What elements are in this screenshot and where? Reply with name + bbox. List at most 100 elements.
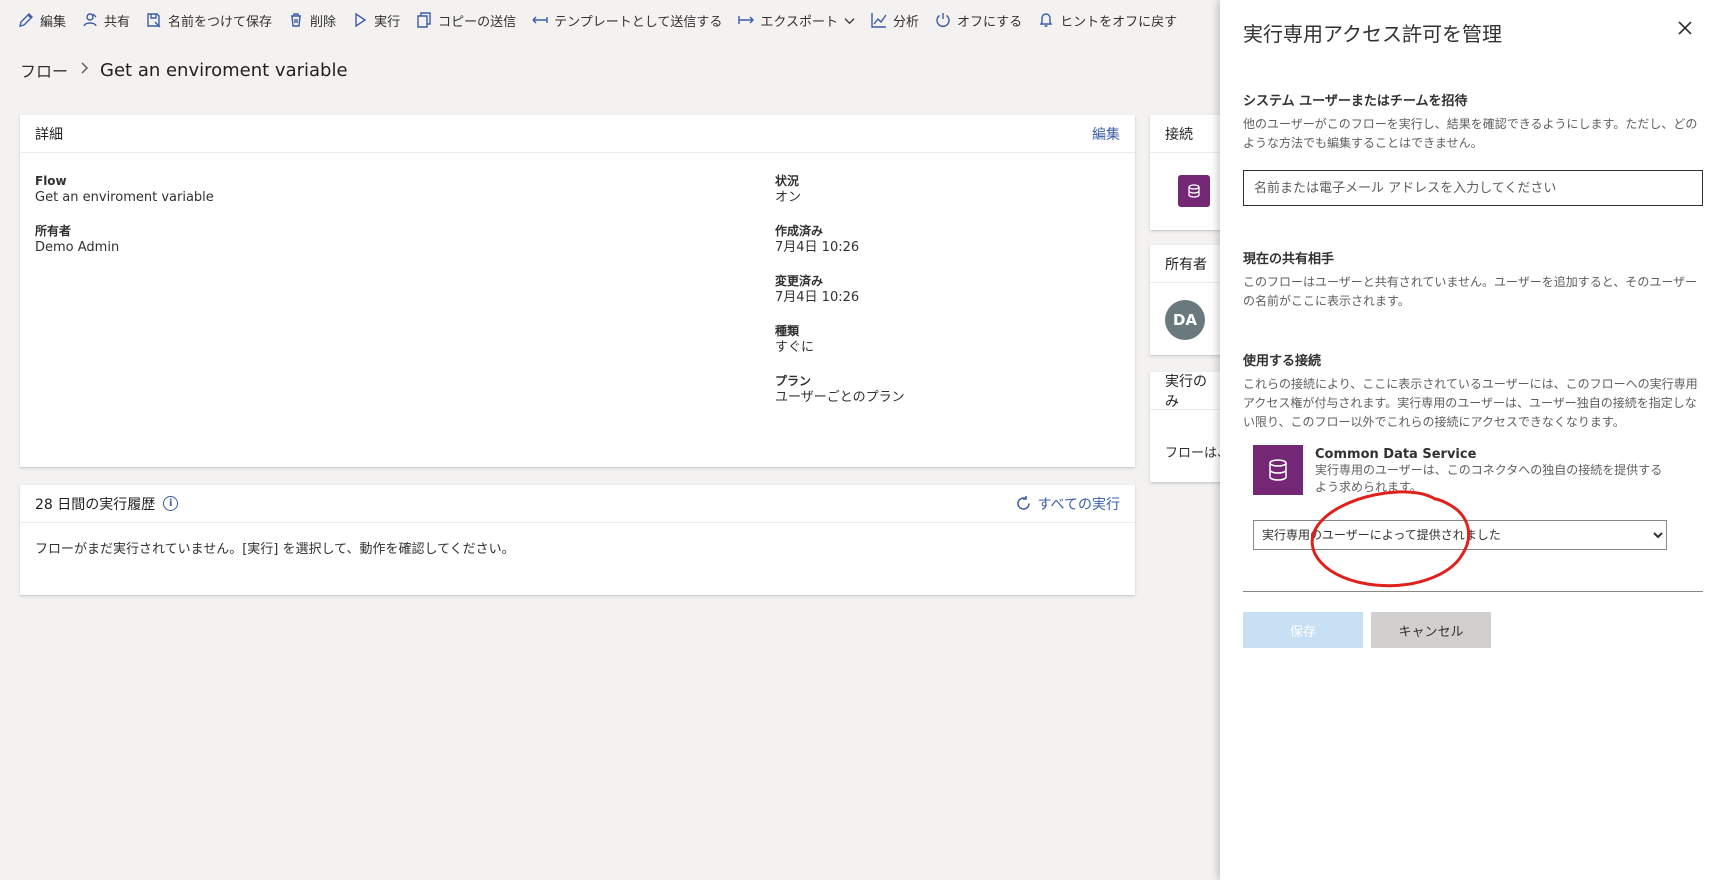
panel-title: 実行専用アクセス許可を管理: [1243, 22, 1502, 46]
run-history-card: 28 日間の実行履歴 i すべての実行 フローがまだ実行されていません。[実行]…: [20, 485, 1135, 595]
all-runs-link[interactable]: すべての実行: [1015, 494, 1120, 514]
owners-card: 所有者 DA: [1150, 245, 1230, 355]
tips-toggle-button[interactable]: ヒントをオフに戻す: [1038, 11, 1177, 30]
run-only-title: 実行のみ: [1165, 373, 1207, 410]
info-icon[interactable]: i: [163, 496, 179, 511]
cancel-button[interactable]: キャンセル: [1371, 612, 1491, 648]
database-icon: [1253, 445, 1303, 495]
close-button[interactable]: [1677, 20, 1697, 40]
status-field: 状況 オン: [775, 173, 801, 207]
invite-section: システム ユーザーまたはチームを招待 他のユーザーがこのフローを実行し、結果を確…: [1243, 90, 1703, 153]
edit-label: 編集: [40, 14, 67, 30]
details-title: 詳細: [35, 126, 63, 143]
run-history-title-wrap: 28 日間の実行履歴 i: [35, 494, 179, 514]
run-button[interactable]: 実行: [352, 11, 400, 30]
connections-used-section: 使用する接続 これらの接続により、ここに表示されているユーザーには、このフローへ…: [1243, 350, 1703, 432]
type-label: 種類: [775, 324, 800, 338]
connections-heading: 使用する接続: [1243, 354, 1322, 369]
copy-icon: [417, 12, 431, 28]
export-button[interactable]: エクスポート: [738, 11, 855, 30]
connections-card: 接続: [1150, 115, 1230, 230]
delete-label: 削除: [310, 14, 337, 30]
shared-heading: 現在の共有相手: [1243, 252, 1335, 267]
owner-field: 所有者 Demo Admin: [35, 223, 119, 257]
status-value: オン: [775, 190, 802, 205]
connector-description: 実行専用のユーザーは、このコネクタへの独自の接続を提供するよう求められます。: [1315, 463, 1663, 494]
connector-info: Common Data Service 実行専用のユーザーは、このコネクタへの独…: [1315, 445, 1673, 496]
share-icon: [83, 13, 97, 27]
all-runs-label: すべての実行: [1037, 496, 1120, 513]
modified-field: 変更済み 7月4日 10:26: [775, 273, 859, 307]
run-label: 実行: [374, 14, 401, 30]
owner-value: Demo Admin: [35, 240, 120, 255]
send-copy-button[interactable]: コピーの送信: [416, 11, 516, 30]
refresh-icon: [1016, 496, 1030, 510]
invite-heading: システム ユーザーまたはチームを招待: [1243, 94, 1468, 109]
save-button[interactable]: 保存: [1243, 612, 1363, 648]
divider: [1243, 591, 1703, 592]
command-bar: 編集 共有 名前をつけて保存 削除 実行 コピーの送信 テンプレートとして送信す…: [0, 0, 1230, 40]
connector-name: Common Data Service: [1315, 447, 1477, 462]
owner-label: 所有者: [35, 224, 72, 238]
connections-header: 接続: [1150, 115, 1230, 153]
analytics-button[interactable]: 分析: [871, 11, 919, 30]
chevron-right-icon: [78, 62, 90, 78]
database-icon: [1178, 175, 1210, 207]
send-copy-label: コピーの送信: [438, 14, 517, 30]
run-history-header: 28 日間の実行履歴 i すべての実行: [20, 485, 1135, 523]
tips-toggle-label: ヒントをオフに戻す: [1060, 14, 1178, 30]
chevron-down-icon: [844, 17, 855, 24]
flow-label: Flow: [35, 174, 67, 188]
invite-search-input[interactable]: [1243, 170, 1703, 206]
flow-field: Flow Get an enviroment variable: [35, 173, 214, 207]
share-label: 共有: [104, 14, 131, 30]
modified-label: 変更済み: [775, 274, 824, 288]
connections-description: これらの接続により、ここに表示されているユーザーには、このフローへの実行専用アク…: [1243, 377, 1698, 429]
plan-value: ユーザーごとのプラン: [775, 390, 905, 405]
bell-icon: [1039, 13, 1053, 27]
type-field: 種類 すぐに: [775, 323, 814, 357]
run-only-header: 実行のみ: [1150, 372, 1230, 410]
edit-icon: [19, 13, 33, 27]
modified-value: 7月4日 10:26: [775, 290, 860, 305]
details-card: 詳細 編集 Flow Get an enviroment variable 所有…: [20, 115, 1135, 467]
save-as-button[interactable]: 名前をつけて保存: [146, 11, 272, 30]
turn-off-label: オフにする: [956, 14, 1023, 30]
export-label: エクスポート: [760, 14, 838, 30]
connection-provider-select[interactable]: 実行専用のユーザーによって提供されました: [1253, 520, 1667, 550]
flow-value: Get an enviroment variable: [35, 190, 214, 205]
delete-icon: [291, 13, 302, 27]
play-icon: [355, 12, 367, 28]
plan-label: プラン: [775, 374, 812, 388]
page-title: Get an enviroment variable: [100, 59, 348, 81]
run-history-empty-text: フローがまだ実行されていません。[実行] を選択して、動作を確認してください。: [35, 542, 515, 557]
template-icon: [532, 16, 548, 24]
details-edit-link[interactable]: 編集: [1092, 124, 1120, 144]
run-history-title: 28 日間の実行履歴: [35, 496, 156, 513]
owners-header: 所有者: [1150, 245, 1230, 283]
created-value: 7月4日 10:26: [775, 240, 860, 255]
type-value: すぐに: [775, 340, 815, 355]
turn-off-button[interactable]: オフにする: [935, 11, 1022, 30]
export-icon: [738, 16, 755, 24]
avatar[interactable]: DA: [1165, 300, 1205, 340]
owners-title: 所有者: [1165, 256, 1207, 273]
breadcrumb-flows-link[interactable]: フロー: [20, 58, 68, 82]
manage-run-only-panel: 実行専用アクセス許可を管理 システム ユーザーまたはチームを招待 他のユーザーが…: [1220, 0, 1713, 880]
connector-row: Common Data Service 実行専用のユーザーは、このコネクタへの独…: [1253, 445, 1673, 496]
save-as-icon: [147, 13, 161, 28]
run-only-users-card: 実行のみ フローは、: [1150, 372, 1230, 482]
power-icon: [936, 13, 950, 27]
plan-field: プラン ユーザーごとのプラン: [775, 373, 905, 407]
created-label: 作成済み: [775, 224, 824, 238]
share-button[interactable]: 共有: [82, 11, 130, 30]
status-label: 状況: [775, 174, 800, 188]
edit-button[interactable]: 編集: [18, 11, 66, 30]
invite-description: 他のユーザーがこのフローを実行し、結果を確認できるようにします。ただし、どのよう…: [1243, 117, 1698, 150]
connections-title: 接続: [1165, 126, 1193, 143]
shared-with-section: 現在の共有相手 このフローはユーザーと共有されていません。ユーザーを追加すると、…: [1243, 248, 1703, 311]
close-icon: [1678, 21, 1692, 35]
delete-button[interactable]: 削除: [288, 11, 336, 30]
analytics-label: 分析: [892, 14, 919, 30]
send-as-template-button[interactable]: テンプレートとして送信する: [532, 11, 722, 30]
